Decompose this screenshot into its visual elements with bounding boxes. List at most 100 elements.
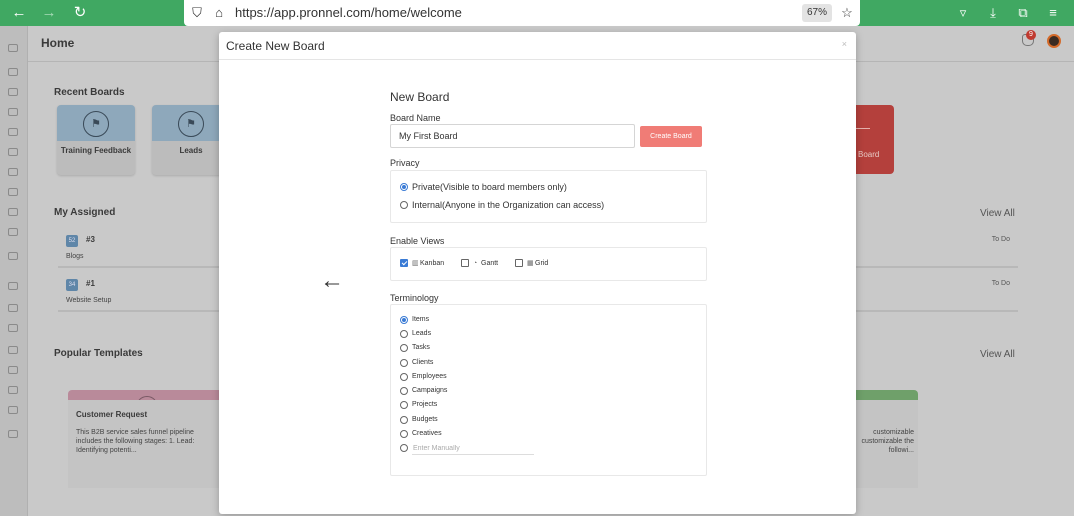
notification-badge: 9 bbox=[1026, 30, 1036, 40]
board-name-input[interactable] bbox=[390, 124, 635, 148]
shield-icon[interactable]: ⛉ bbox=[188, 3, 206, 23]
sidebar-nav-icon[interactable] bbox=[8, 168, 18, 176]
sidebar-nav-icon[interactable] bbox=[8, 128, 18, 136]
forward-icon[interactable]: → bbox=[39, 3, 59, 23]
url-text[interactable]: https://app.pronnel.com/home/welcome bbox=[235, 5, 462, 20]
checkbox[interactable] bbox=[400, 259, 408, 267]
template-title: Customer Request bbox=[76, 410, 148, 419]
bookmark-star-icon[interactable]: ☆ bbox=[838, 3, 856, 23]
radio-button[interactable] bbox=[400, 359, 408, 367]
radio-button[interactable] bbox=[400, 444, 408, 452]
sidebar-nav-icon[interactable] bbox=[8, 346, 18, 354]
sidebar-nav-icon[interactable] bbox=[8, 252, 18, 260]
browser-toolbar: ← → ↻ ⛉ ⌂ https://app.pronnel.com/home/w… bbox=[0, 0, 1074, 26]
create-board-modal: Create New Board × ← New Board Board Nam… bbox=[219, 32, 856, 514]
download-icon[interactable]: ⤓ bbox=[983, 3, 1003, 23]
view-label: Grid bbox=[535, 260, 549, 267]
views-panel: ▥ Kanban ◔ Gantt ▦ Grid bbox=[390, 247, 707, 281]
sidebar-nav-icon[interactable] bbox=[8, 68, 18, 76]
radio-label: Private(Visible to board members only) bbox=[412, 182, 567, 192]
checkbox[interactable] bbox=[515, 259, 523, 267]
pocket-icon[interactable]: ▿ bbox=[953, 3, 973, 23]
board-name-label: Board Name bbox=[390, 113, 441, 123]
modal-title: Create New Board bbox=[226, 39, 325, 53]
flag-icon[interactable] bbox=[8, 386, 18, 394]
radio-button[interactable] bbox=[400, 401, 408, 409]
flag-icon: ⚑ bbox=[178, 111, 204, 137]
view-label: Kanban bbox=[420, 260, 445, 267]
radio-label: Tasks bbox=[412, 344, 430, 351]
item-tag: 34 bbox=[66, 279, 78, 291]
create-board-button[interactable]: Create Board bbox=[640, 126, 702, 147]
item-status: To Do bbox=[991, 280, 1010, 287]
popular-templates-title: Popular Templates bbox=[54, 348, 143, 359]
lock-icon[interactable]: ⌂ bbox=[210, 3, 228, 23]
grid-icon: ▦ bbox=[527, 260, 534, 267]
folder-icon[interactable] bbox=[8, 406, 18, 414]
left-sidebar bbox=[0, 26, 28, 516]
radio-button[interactable] bbox=[400, 387, 408, 395]
item-tag: 52 bbox=[66, 235, 78, 247]
recent-boards-title: Recent Boards bbox=[54, 87, 125, 98]
zoom-level[interactable]: 67% bbox=[802, 4, 832, 22]
address-bar[interactable]: ⛉ ⌂ https://app.pronnel.com/home/welcome… bbox=[184, 0, 860, 26]
radio-button[interactable] bbox=[400, 416, 408, 424]
enable-views-label: Enable Views bbox=[390, 236, 445, 246]
menu-icon[interactable]: ≡ bbox=[1043, 3, 1063, 23]
radio-label: Clients bbox=[412, 359, 434, 366]
sidebar-nav-icon[interactable] bbox=[8, 88, 18, 96]
folder-icon[interactable] bbox=[8, 366, 18, 374]
radio-label: Creatives bbox=[412, 430, 442, 437]
extensions-icon[interactable]: ⧉ bbox=[1013, 3, 1033, 23]
view-all-link[interactable]: View All bbox=[980, 349, 1015, 360]
radio-label: Employees bbox=[412, 373, 447, 380]
reload-icon[interactable]: ↻ bbox=[70, 3, 90, 23]
radio-label: Campaigns bbox=[412, 387, 448, 394]
radio-label: Leads bbox=[412, 330, 432, 337]
radio-button[interactable] bbox=[400, 201, 408, 209]
item-name: Website Setup bbox=[66, 297, 112, 304]
radio-button[interactable] bbox=[400, 183, 408, 191]
board-card-label: Training Feedback bbox=[60, 146, 132, 155]
view-all-link[interactable]: View All bbox=[980, 208, 1015, 219]
sidebar-nav-icon[interactable] bbox=[8, 228, 18, 236]
privacy-panel: Private(Visible to board members only) I… bbox=[390, 170, 707, 223]
form-heading: New Board bbox=[390, 90, 450, 104]
item-name: Blogs bbox=[66, 253, 84, 260]
sidebar-nav-icon[interactable] bbox=[8, 148, 18, 156]
radio-label: Items bbox=[412, 316, 430, 323]
template-card[interactable]: Customer Request This B2B service sales … bbox=[68, 400, 220, 488]
radio-button[interactable] bbox=[400, 373, 408, 381]
my-assigned-title: My Assigned bbox=[54, 207, 116, 218]
radio-label: Budgets bbox=[412, 416, 438, 423]
back-icon[interactable]: ← bbox=[9, 3, 29, 23]
gantt-icon: ◔ bbox=[473, 260, 478, 267]
add-board-label: Board bbox=[858, 150, 880, 159]
sidebar-nav-icon[interactable] bbox=[8, 208, 18, 216]
sidebar-nav-icon[interactable] bbox=[8, 304, 18, 312]
sidebar-nav-icon[interactable] bbox=[8, 324, 18, 332]
template-description: This B2B service sales funnel pipeline i… bbox=[76, 429, 195, 454]
sidebar-nav-icon[interactable] bbox=[8, 430, 18, 438]
terminology-panel: Items Leads Tasks Clients Employees Camp… bbox=[390, 304, 707, 476]
plus-icon: — bbox=[856, 119, 870, 135]
view-label: Gantt bbox=[481, 260, 499, 267]
close-icon[interactable]: × bbox=[842, 39, 847, 49]
template-card[interactable]: customizable customizable the followi... bbox=[856, 400, 918, 488]
sidebar-nav-icon[interactable] bbox=[8, 188, 18, 196]
terminology-label: Terminology bbox=[390, 293, 439, 303]
star-icon[interactable] bbox=[8, 282, 18, 290]
manual-terminology-input[interactable] bbox=[412, 442, 534, 455]
back-arrow-icon[interactable]: ← bbox=[320, 269, 344, 293]
radio-button[interactable] bbox=[400, 344, 408, 352]
radio-button[interactable] bbox=[400, 330, 408, 338]
sidebar-nav-icon[interactable] bbox=[8, 108, 18, 116]
checkbox[interactable] bbox=[461, 259, 469, 267]
privacy-label: Privacy bbox=[390, 158, 420, 168]
logo-icon[interactable] bbox=[8, 44, 18, 52]
recent-board-card[interactable]: ⚑ Training Feedback bbox=[57, 105, 135, 175]
radio-button[interactable] bbox=[400, 316, 408, 324]
flag-icon: ⚑ bbox=[83, 111, 109, 137]
avatar[interactable] bbox=[1047, 34, 1061, 48]
radio-button[interactable] bbox=[400, 430, 408, 438]
